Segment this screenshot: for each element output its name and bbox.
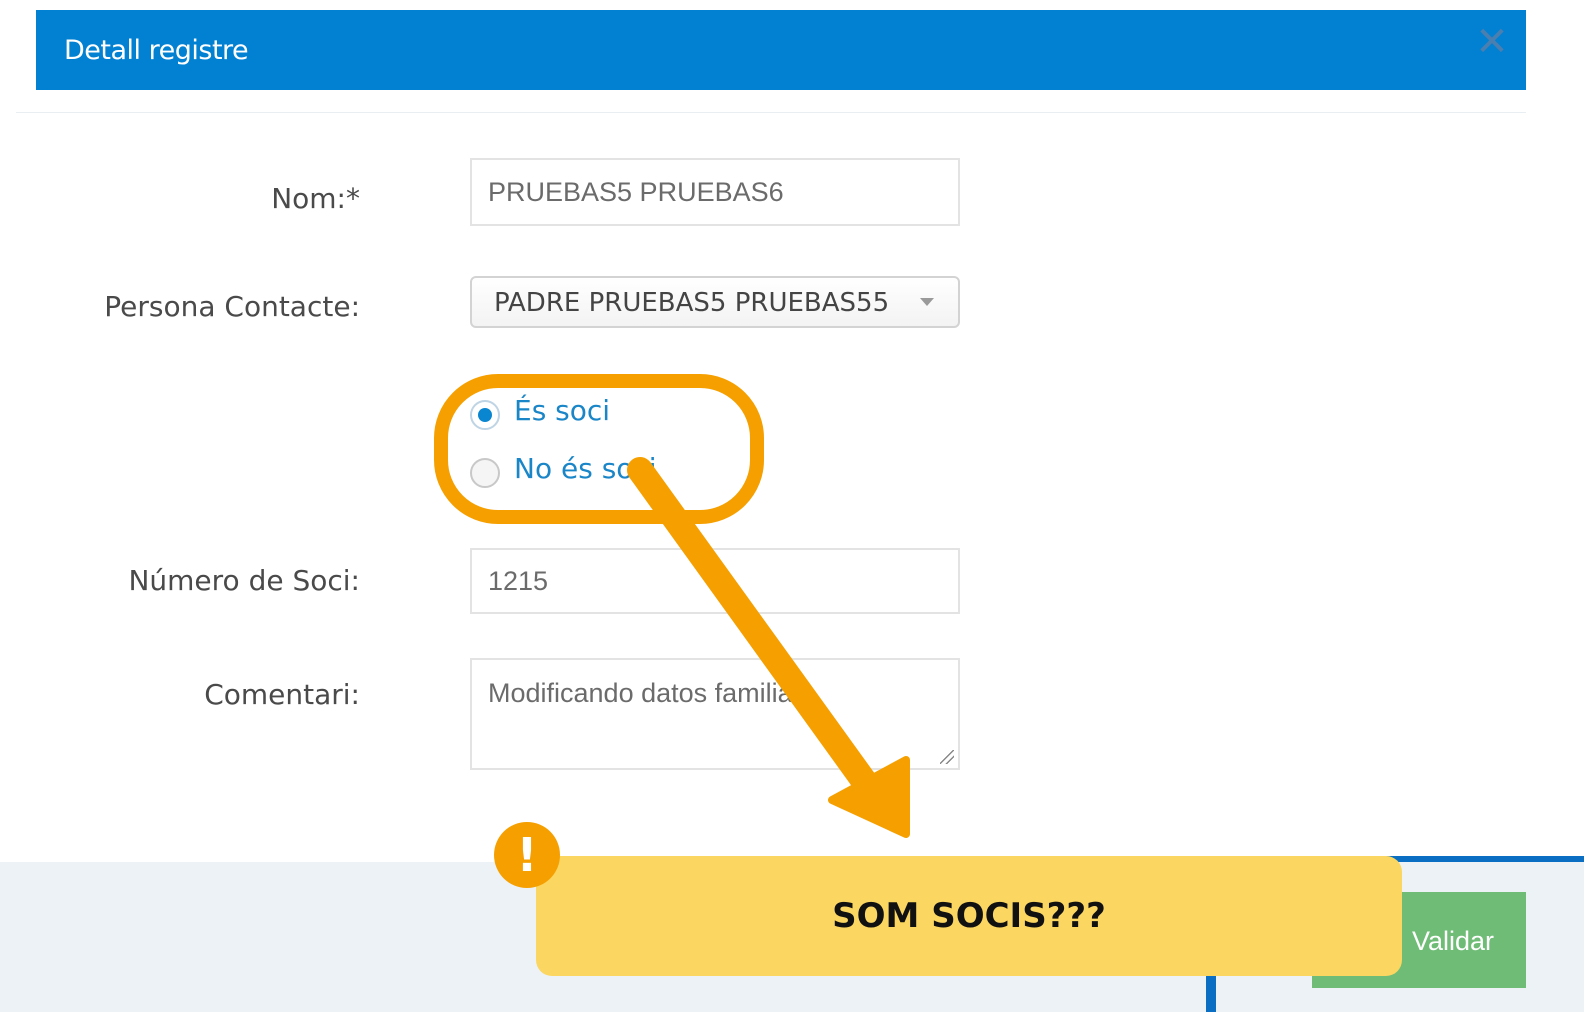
annotation-note: SOM SOCIS??? (536, 856, 1402, 976)
warning-icon: ! (494, 822, 560, 888)
annotation-note-text: SOM SOCIS??? (832, 896, 1106, 936)
